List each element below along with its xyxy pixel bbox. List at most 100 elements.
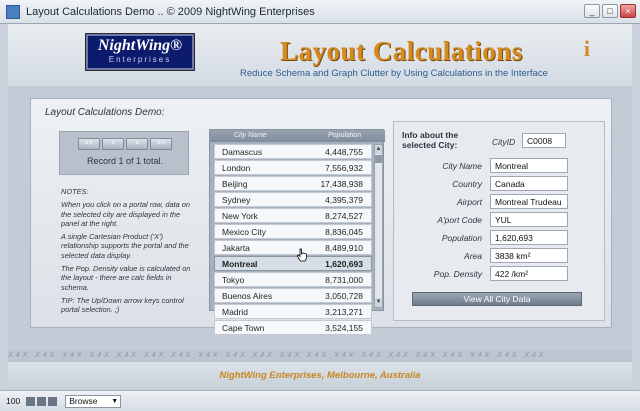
city-name-cell: Montreal	[222, 259, 258, 269]
cityid-label: CityID	[492, 137, 516, 147]
city-name-cell: Sydney	[222, 195, 251, 205]
previous-record-button[interactable]: <	[102, 138, 124, 150]
toggle-status-icon[interactable]	[48, 396, 58, 406]
population-cell: 1,620,693	[325, 259, 363, 269]
mode-select-value: Browse	[69, 395, 98, 406]
portal-row[interactable]: Buenos Aires 3,050,728	[214, 288, 372, 303]
portal-header: City Name Population	[210, 130, 385, 142]
city-name-cell: Buenos Aires	[222, 291, 273, 301]
population-column-header: Population	[328, 132, 362, 139]
field-value[interactable]: 3838 km²	[490, 248, 568, 263]
portal-row[interactable]: Madrid 3,213,271	[214, 304, 372, 319]
field-value[interactable]: Montreal	[490, 158, 568, 173]
portal-row[interactable]: Damascus 4,448,755	[214, 144, 372, 159]
footer: NightWing Enterprises, Melbourne, Austra…	[8, 362, 632, 388]
window-titlebar: Layout Calculations Demo .. © 2009 Night…	[0, 0, 640, 24]
note-4: TIP: The Up/Down arrow keys control port…	[61, 295, 184, 315]
population-cell: 3,524,155	[325, 323, 363, 333]
population-cell: 3,050,728	[325, 291, 363, 301]
cityid-field[interactable]: C0008	[522, 133, 566, 148]
logo-main-text: NightWing®	[97, 37, 183, 54]
population-cell: 4,395,379	[325, 195, 363, 205]
portal-row[interactable]: Cape Town 3,524,155	[214, 320, 372, 335]
record-count: Record 1 of 1 total.	[86, 156, 164, 166]
city-name-cell: Beijing	[222, 179, 248, 189]
field-value[interactable]: Canada	[490, 176, 568, 191]
next-record-button[interactable]: >	[126, 138, 148, 150]
city-name-cell: Mexico City	[222, 227, 266, 237]
field-label: Area	[464, 251, 482, 261]
population-cell: 4,448,755	[325, 147, 363, 157]
city-name-cell: Damascus	[222, 147, 263, 157]
note-2: A single Cartesian Product ('X') relatio…	[61, 232, 189, 260]
field-value[interactable]: 1,620,693	[490, 230, 568, 245]
app-header: NightWing® Enterprises Layout Calculatio…	[8, 24, 632, 86]
portal-row[interactable]: Sydney 4,395,379	[214, 192, 372, 207]
portal-rows: Damascus 4,448,755 London 7,556,932 Beijing 1…	[214, 144, 372, 336]
notes: NOTES: When you click on a portal row, d…	[61, 187, 197, 319]
status-icons	[26, 396, 58, 406]
panel-title: Layout Calculations Demo:	[45, 107, 165, 118]
zoom-level[interactable]: 100	[6, 396, 20, 406]
city-name-cell: Jakarta	[222, 243, 250, 253]
hand-cursor-icon	[297, 248, 307, 262]
app-icon	[6, 4, 20, 19]
notes-heading: NOTES:	[61, 187, 89, 196]
scroll-up-icon[interactable]: ▲	[375, 145, 382, 154]
nightwing-logo: NightWing® Enterprises	[86, 34, 194, 70]
mode-select[interactable]: Browse ▼	[65, 394, 122, 408]
details-heading: Info about the selected City:	[402, 130, 459, 150]
scroll-down-icon[interactable]: ▼	[375, 298, 382, 307]
city-name-cell: New York	[222, 211, 258, 221]
field-label: Population	[441, 233, 482, 243]
field-value[interactable]: Montreal Trudeau	[490, 194, 568, 209]
last-record-button[interactable]: >>	[150, 138, 172, 150]
minimize-button[interactable]: _	[584, 4, 600, 18]
portal-scrollbar[interactable]: ▲ ▼	[374, 144, 383, 308]
field-label: Airport	[456, 197, 482, 207]
population-cell: 7,556,932	[325, 163, 363, 173]
field-label: A'port Code	[437, 215, 482, 225]
city-name-cell: Cape Town	[222, 323, 265, 333]
window-title: Layout Calculations Demo .. © 2009 Night…	[26, 5, 315, 18]
page-subtitle: Reduce Schema and Graph Clutter by Using…	[240, 68, 548, 79]
close-button[interactable]: ×	[620, 4, 636, 18]
portal-row[interactable]: Tokyo 8,731,000	[214, 272, 372, 287]
portal-row[interactable]: New York 8,274,527	[214, 208, 372, 223]
demo-panel: Layout Calculations Demo: << < > >> Reco…	[30, 98, 612, 335]
note-3: The Pop. Density value is calculated on …	[61, 264, 191, 292]
footer-text: NightWing Enterprises, Melbourne, Austra…	[219, 370, 421, 381]
zoom-in-icon[interactable]	[37, 396, 47, 406]
population-cell: 8,731,000	[325, 275, 363, 285]
population-cell: 17,438,938	[320, 179, 363, 189]
population-cell: 8,489,910	[325, 243, 363, 253]
field-label: Country	[452, 179, 482, 189]
record-navigation: << < > >> Record 1 of 1 total.	[59, 131, 189, 175]
portal-row[interactable]: London 7,556,932	[214, 160, 372, 175]
nav-buttons: << < > >>	[78, 138, 172, 150]
field-label: City Name	[442, 161, 482, 171]
field-value[interactable]: 422 /km²	[490, 266, 568, 281]
info-icon[interactable]: i	[584, 36, 590, 62]
field-value[interactable]: YUL	[490, 212, 568, 227]
portal-row[interactable]: Mexico City 8,836,045	[214, 224, 372, 239]
scroll-thumb[interactable]	[375, 155, 382, 163]
city-details-panel: Info about the selected City: CityID C00…	[393, 121, 605, 321]
first-record-button[interactable]: <<	[78, 138, 100, 150]
logo-sub-text: Enterprises	[108, 55, 172, 64]
portal-row[interactable]: Jakarta 8,489,910	[214, 240, 372, 255]
city-name-cell: London	[222, 163, 251, 173]
page-title: Layout Calculations	[280, 36, 523, 66]
note-1: When you click on a portal row, data on …	[61, 200, 190, 228]
city-name-cell: Madrid	[222, 307, 248, 317]
maximize-button[interactable]: □	[602, 4, 618, 18]
zoom-out-icon[interactable]	[26, 396, 36, 406]
portal-row[interactable]: Montreal 1,620,693	[214, 256, 372, 271]
window-controls: _ □ ×	[584, 4, 636, 18]
population-cell: 3,213,271	[325, 307, 363, 317]
city-portal: City Name Population Damascus 4,448,755 Lo…	[209, 129, 385, 335]
portal-row[interactable]: Beijing 17,438,938	[214, 176, 372, 191]
field-label: Pop. Density	[433, 269, 482, 279]
view-all-city-data-button[interactable]: View All City Data	[412, 292, 582, 306]
population-cell: 8,836,045	[325, 227, 363, 237]
